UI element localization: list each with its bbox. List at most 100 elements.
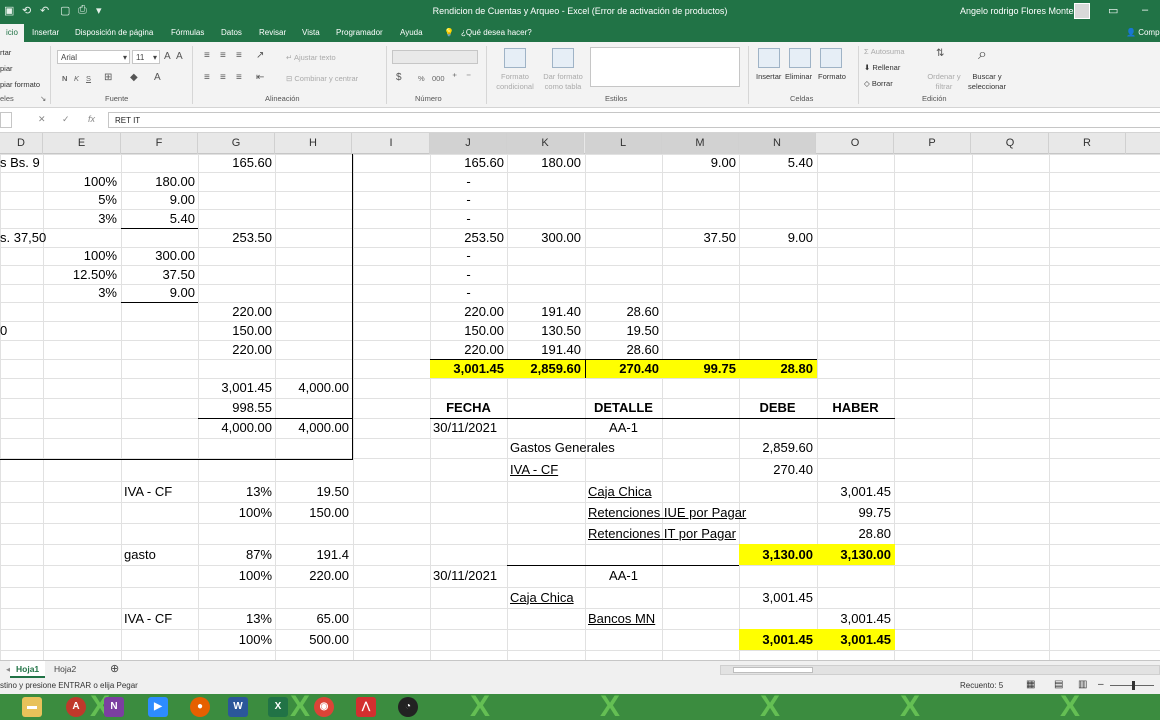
cell-e7[interactable]: 12.50% xyxy=(46,267,117,283)
scroll-thumb[interactable] xyxy=(733,667,813,673)
delete-cells-button[interactable]: Eliminar xyxy=(785,72,812,81)
tab-programador[interactable]: Programador xyxy=(336,28,383,37)
cell-e3[interactable]: 5% xyxy=(46,192,117,208)
cell-h24[interactable]: 65.00 xyxy=(278,611,349,627)
cell-l18[interactable]: Caja Chica xyxy=(588,484,828,500)
cell-f18[interactable]: IVA - CF xyxy=(124,484,195,500)
font-size-select[interactable]: 11 ▾ xyxy=(132,50,160,64)
cell-d1[interactable]: s Bs. 9 xyxy=(0,155,42,171)
avatar[interactable] xyxy=(1074,3,1090,19)
cell-m12[interactable]: 99.75 xyxy=(665,361,736,377)
cell-n14[interactable]: DEBE xyxy=(742,400,813,416)
column-header-m[interactable]: M xyxy=(662,133,739,154)
cell-l22[interactable]: AA-1 xyxy=(588,568,659,584)
cell-j22[interactable]: 30/11/2021 xyxy=(433,568,504,584)
cell-k1[interactable]: 180.00 xyxy=(510,155,581,171)
bold-button[interactable]: N xyxy=(62,74,67,83)
cell-h13[interactable]: 4,000.00 xyxy=(278,380,349,396)
cell-h21[interactable]: 191.4 xyxy=(278,547,349,563)
increase-decimal-icon[interactable]: ⁺ xyxy=(452,72,457,83)
cell-k17[interactable]: IVA - CF xyxy=(510,462,581,478)
column-header-k[interactable]: K xyxy=(507,133,584,154)
font-color-icon[interactable]: A xyxy=(154,72,161,83)
underline-button[interactable]: S xyxy=(86,74,91,83)
cell-g14[interactable]: 998.55 xyxy=(201,400,272,416)
column-header-q[interactable]: Q xyxy=(972,133,1049,154)
align-bottom-icon[interactable]: ≡ xyxy=(236,50,242,61)
cell-l12[interactable]: 270.40 xyxy=(588,361,659,377)
cell-j7[interactable]: - xyxy=(433,267,504,283)
cell-f24[interactable]: IVA - CF xyxy=(124,611,195,627)
pdf-icon[interactable]: ⋀ xyxy=(356,697,376,717)
insert-cells-button[interactable]: Insertar xyxy=(756,72,781,81)
cell-e8[interactable]: 3% xyxy=(46,285,117,301)
cell-f3[interactable]: 9.00 xyxy=(124,192,195,208)
cell-j10[interactable]: 150.00 xyxy=(433,323,504,339)
italic-button[interactable]: K xyxy=(74,74,79,83)
file-explorer-icon[interactable]: ▬ xyxy=(22,697,42,717)
fill-button[interactable]: ⬇ Rellenar xyxy=(864,63,900,72)
align-right-icon[interactable]: ≡ xyxy=(236,72,242,83)
formula-input[interactable]: RET IT xyxy=(108,112,1160,128)
cell-g22[interactable]: 100% xyxy=(201,568,272,584)
currency-icon[interactable]: $ xyxy=(396,72,402,83)
format-table-button[interactable]: Dar formato como tabla xyxy=(540,72,586,92)
cell-n25[interactable]: 3,001.45 xyxy=(742,632,813,648)
cell-g1[interactable]: 165.60 xyxy=(201,155,272,171)
ribbon-display-icon[interactable]: ▭ xyxy=(1108,4,1118,17)
column-header-d[interactable]: D xyxy=(0,133,43,154)
cell-f6[interactable]: 300.00 xyxy=(124,248,195,264)
name-box[interactable] xyxy=(0,112,12,128)
tab-datos[interactable]: Datos xyxy=(221,28,242,37)
cell-g9[interactable]: 220.00 xyxy=(201,304,272,320)
chrome-icon[interactable]: ◉ xyxy=(314,697,334,717)
align-top-icon[interactable]: ≡ xyxy=(204,50,210,61)
cell-k23[interactable]: Caja Chica xyxy=(510,590,581,606)
cell-h19[interactable]: 150.00 xyxy=(278,505,349,521)
cell-n16[interactable]: 2,859.60 xyxy=(742,440,813,456)
cancel-icon[interactable]: ✕ xyxy=(38,114,46,125)
cell-h15[interactable]: 4,000.00 xyxy=(278,420,349,436)
cell-o20[interactable]: 28.80 xyxy=(820,526,891,542)
cell-j12[interactable]: 3,001.45 xyxy=(433,361,504,377)
cell-d10[interactable]: 0 xyxy=(0,323,42,339)
cell-e4[interactable]: 3% xyxy=(46,211,117,227)
cell-styles-gallery[interactable] xyxy=(590,47,740,87)
cell-j4[interactable]: - xyxy=(433,211,504,227)
cell-h22[interactable]: 220.00 xyxy=(278,568,349,584)
cell-g24[interactable]: 13% xyxy=(201,611,272,627)
word-icon[interactable]: W xyxy=(228,697,248,717)
tab-disposicion[interactable]: Disposición de página xyxy=(75,28,153,37)
shrink-font-icon[interactable]: A xyxy=(176,51,183,62)
cell-l24[interactable]: Bancos MN xyxy=(588,611,659,627)
cell-k16[interactable]: Gastos Generales xyxy=(510,440,750,456)
column-header-g[interactable]: G xyxy=(198,133,275,154)
column-header-n[interactable]: N xyxy=(739,133,816,154)
cell-n1[interactable]: 5.40 xyxy=(742,155,813,171)
horizontal-scrollbar[interactable] xyxy=(720,665,1160,675)
cell-f4[interactable]: 5.40 xyxy=(124,211,195,227)
cell-o14[interactable]: HABER xyxy=(820,400,891,416)
column-header-p[interactable]: P xyxy=(894,133,971,154)
number-format-select[interactable] xyxy=(392,50,478,64)
indent-icon[interactable]: ⇤ xyxy=(256,72,264,83)
cell-j5[interactable]: 253.50 xyxy=(433,230,504,246)
cell-m5[interactable]: 37.50 xyxy=(665,230,736,246)
format-cells-button[interactable]: Formato xyxy=(818,72,846,81)
acrobat-icon[interactable]: A xyxy=(66,697,86,717)
decrease-decimal-icon[interactable]: ⁻ xyxy=(466,72,471,83)
add-sheet-icon[interactable]: ⊕ xyxy=(104,659,125,676)
cell-l20[interactable]: Retenciones IT por Pagar xyxy=(588,526,828,542)
cell-k11[interactable]: 191.40 xyxy=(510,342,581,358)
conditional-format-button[interactable]: Formato condicional xyxy=(492,72,538,92)
cell-n17[interactable]: 270.40 xyxy=(742,462,813,478)
tab-inicio[interactable]: icio xyxy=(0,24,25,42)
tab-formulas[interactable]: Fórmulas xyxy=(171,28,204,37)
column-header-i[interactable]: I xyxy=(353,133,430,154)
share-button[interactable]: 👤 Comp xyxy=(1126,28,1160,37)
cell-o25[interactable]: 3,001.45 xyxy=(820,632,891,648)
cell-g15[interactable]: 4,000.00 xyxy=(201,420,272,436)
orientation-icon[interactable]: ↗ xyxy=(256,50,264,61)
cell-l14[interactable]: DETALLE xyxy=(545,400,702,416)
sort-filter-button[interactable]: Ordenar y filtrar xyxy=(924,72,964,92)
